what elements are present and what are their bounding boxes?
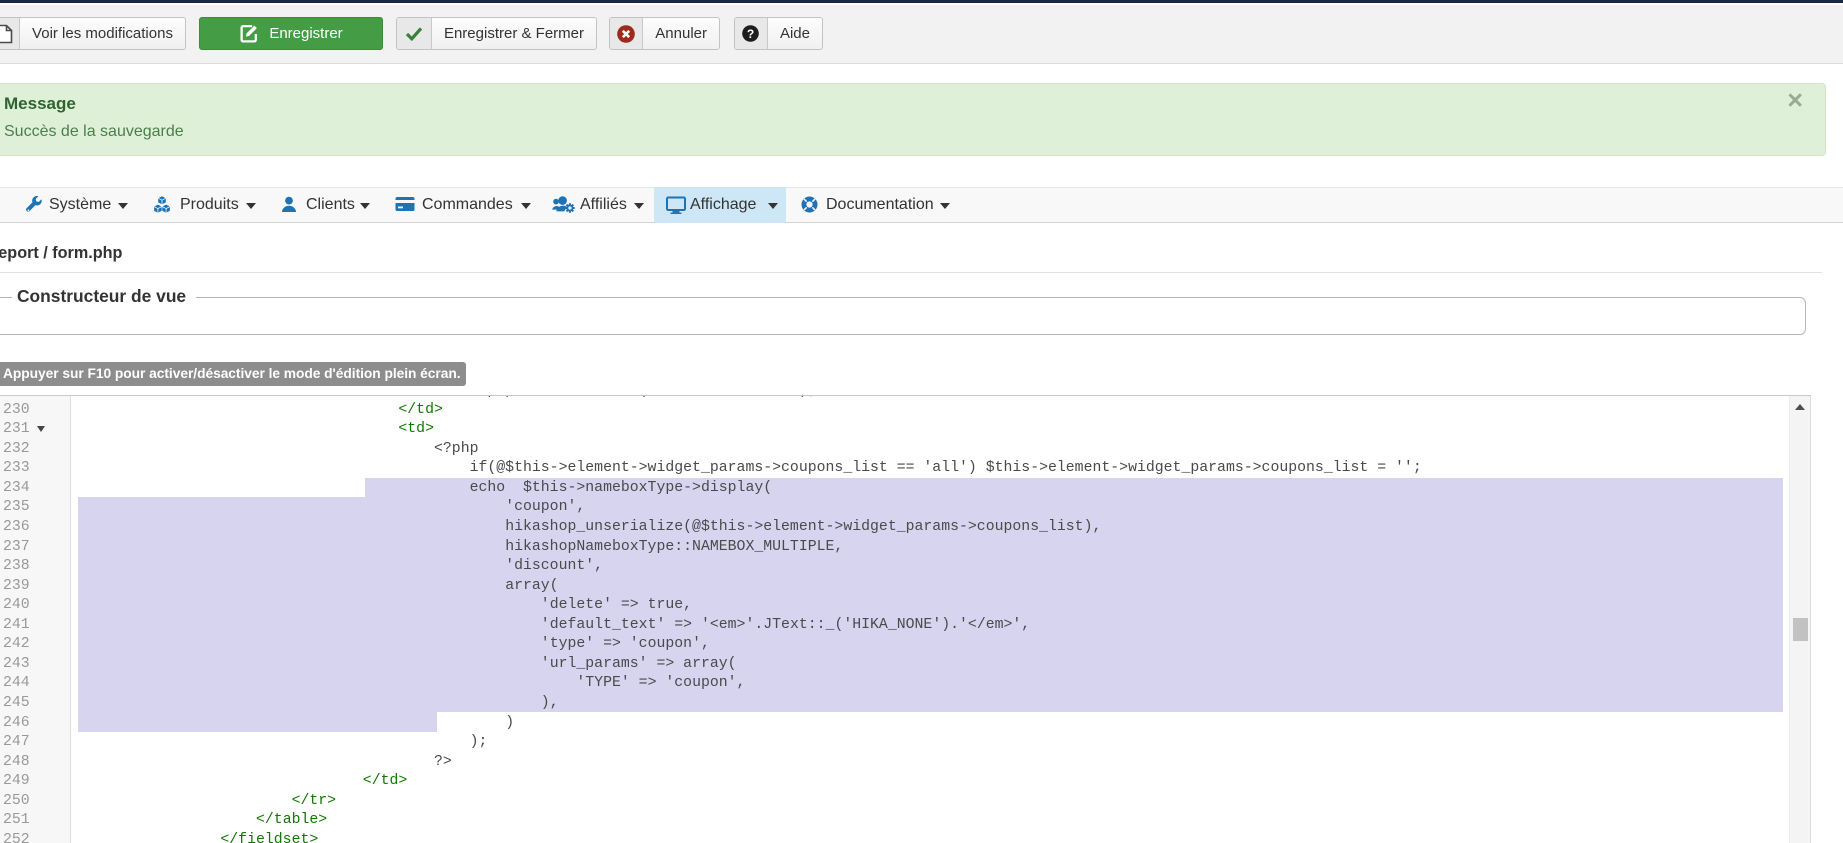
svg-text:?: ? xyxy=(747,27,754,41)
